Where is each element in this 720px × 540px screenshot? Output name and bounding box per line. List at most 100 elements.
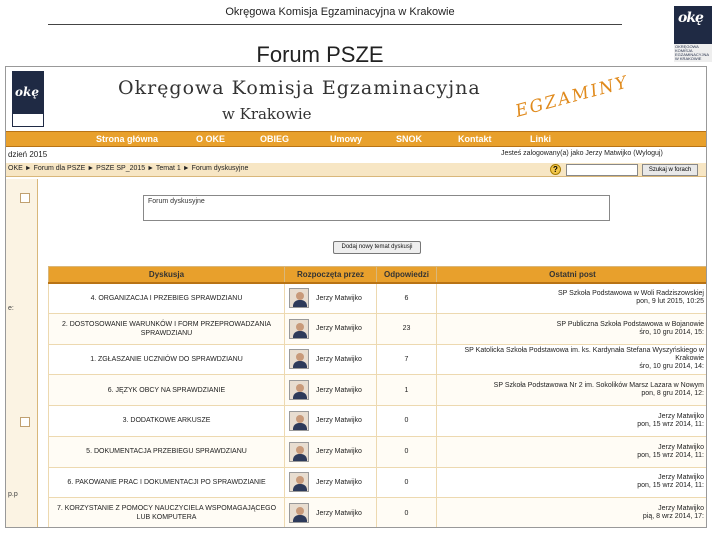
topic-title[interactable]: 5. DOKUMENTACJA PRZEBIEGU SPRAWDZIANU xyxy=(86,448,247,455)
last-post-author[interactable]: Jerzy Matwijko xyxy=(438,505,704,513)
nav-item-about[interactable]: O OKE xyxy=(196,134,225,144)
help-icon[interactable]: ? xyxy=(550,164,561,175)
column-header-replies[interactable]: Odpowiedzi xyxy=(376,266,437,284)
nav-item-umowy[interactable]: Umowy xyxy=(330,134,362,144)
last-post-date[interactable]: śro, 10 gru 2014, 15: xyxy=(438,329,704,337)
replies-count[interactable]: 0 xyxy=(376,497,437,527)
last-post-date[interactable]: pon, 8 gru 2014, 12: xyxy=(438,390,704,398)
author-name[interactable]: Jerzy Matwijko xyxy=(316,295,362,302)
topic-link[interactable]: 2. DOSTOSOWANIE WARUNKÓW I FORM PRZEPROW… xyxy=(48,312,285,345)
avatar-body xyxy=(293,361,307,369)
column-header-last-post[interactable]: Ostatni post xyxy=(436,266,706,284)
avatar[interactable] xyxy=(289,349,309,370)
replies-count[interactable]: 6 xyxy=(376,282,437,314)
avatar[interactable] xyxy=(289,380,309,401)
topic-link[interactable]: 6. PAKOWANIE PRAC I DOKUMENTACJI PO SPRA… xyxy=(48,466,285,499)
author-name[interactable]: Jerzy Matwijko xyxy=(316,479,362,486)
last-post-author[interactable]: SP Publiczna Szkoła Podstawowa w Bojanow… xyxy=(438,321,704,329)
author-name[interactable]: Jerzy Matwijko xyxy=(316,387,362,394)
avatar[interactable] xyxy=(289,441,309,462)
last-post-author[interactable]: SP Szkoła Podstawowa Nr 2 im. Sokolików … xyxy=(438,382,704,390)
last-post-cell: SP Publiczna Szkoła Podstawowa w Bojanow… xyxy=(436,312,706,345)
nav-item-obieg[interactable]: OBIEG xyxy=(260,134,289,144)
topic-link[interactable]: 1. ZGŁASZANIE UCZNIÓW DO SPRAWDZIANU xyxy=(48,343,285,376)
last-post-cell: SP Szkoła Podstawowa w Woli Radziszowski… xyxy=(436,282,706,314)
forum-search-button[interactable]: Szukaj w forach xyxy=(642,164,698,176)
nav-item-snok[interactable]: SNOK xyxy=(396,134,422,144)
nav-item-links[interactable]: Linki xyxy=(530,134,551,144)
block-collapse-icon[interactable] xyxy=(20,417,30,427)
topic-link[interactable]: 6. JĘZYK OBCY NA SPRAWDZIANIE xyxy=(48,374,285,406)
avatar-body xyxy=(293,515,307,523)
author-name[interactable]: Jerzy Matwijko xyxy=(316,325,362,332)
last-post-cell: SP Szkoła Podstawowa Nr 2 im. Sokolików … xyxy=(436,374,706,406)
replies-count[interactable]: 7 xyxy=(376,343,437,376)
last-post-cell: SP Katolicka Szkoła Podstawowa im. ks. K… xyxy=(436,343,706,376)
nav-item-home[interactable]: Strona główna xyxy=(96,134,158,144)
login-info[interactable]: Jesteś zalogowany(a) jako Jerzy Matwijko… xyxy=(501,150,663,157)
logo-text: OKRĘGOWA KOMISJA EGZAMINACYJNA W KRAKOWI… xyxy=(12,113,44,130)
replies-count[interactable]: 23 xyxy=(376,312,437,345)
last-post-date[interactable]: pon, 15 wrz 2014, 11: xyxy=(438,482,704,490)
last-post-date[interactable]: pią, 8 wrz 2014, 17: xyxy=(438,513,704,521)
last-post-author[interactable]: Jerzy Matwijko xyxy=(438,413,704,421)
topic-title[interactable]: 6. PAKOWANIE PRAC I DOKUMENTACJI PO SPRA… xyxy=(67,479,265,486)
forum-screenshot: okę OKRĘGOWA KOMISJA EGZAMINACYJNA W KRA… xyxy=(5,66,707,528)
table-row[interactable]: 6. JĘZYK OBCY NA SPRAWDZIANIE Jerzy Matwi… xyxy=(48,374,706,406)
avatar-head xyxy=(296,384,304,393)
last-post-date[interactable]: pon, 15 wrz 2014, 11: xyxy=(438,421,704,429)
topic-title[interactable]: 4. ORGANIZACJA I PRZEBIEG SPRAWDZIANU xyxy=(91,295,243,302)
avatar[interactable] xyxy=(289,410,309,431)
table-row[interactable]: 4. ORGANIZACJA I PRZEBIEG SPRAWDZIANU Jer… xyxy=(48,282,706,314)
slide-title: Forum PSZE xyxy=(256,42,384,67)
nav-item-contact[interactable]: Kontakt xyxy=(458,134,492,144)
table-row[interactable]: 2. DOSTOSOWANIE WARUNKÓW I FORM PRZEPROW… xyxy=(48,312,706,345)
oke-logo[interactable]: okę OKRĘGOWA KOMISJA EGZAMINACYJNA W KRA… xyxy=(12,71,44,130)
forum-search-input[interactable] xyxy=(566,164,638,176)
topic-title[interactable]: 1. ZGŁASZANIE UCZNIÓW DO SPRAWDZIANU xyxy=(90,356,243,363)
replies-count[interactable]: 0 xyxy=(376,405,437,437)
replies-count[interactable]: 1 xyxy=(376,374,437,406)
last-post-author[interactable]: Jerzy Matwijko xyxy=(438,444,704,452)
last-post-cell: Jerzy Matwijko pon, 15 wrz 2014, 11: xyxy=(436,405,706,437)
table-row[interactable]: 3. DODATKOWE ARKUSZE Jerzy Matwijko 0 Jerzy… xyxy=(48,405,706,437)
topic-title[interactable]: 3. DODATKOWE ARKUSZE xyxy=(123,417,211,424)
topic-link[interactable]: 4. ORGANIZACJA I PRZEBIEG SPRAWDZIANU xyxy=(48,282,285,314)
replies-count[interactable]: 0 xyxy=(376,435,437,468)
topic-title[interactable]: 7. KORZYSTANIE Z POMOCY NAUCZYCIELA WSPO… xyxy=(57,505,276,521)
author-name[interactable]: Jerzy Matwijko xyxy=(316,510,362,517)
breadcrumb[interactable]: OKE ► Forum dla PSZE ► PSZE SP_2015 ► Te… xyxy=(8,165,248,172)
column-header-discussion[interactable]: Dyskusja xyxy=(48,266,285,284)
last-post-author[interactable]: Jerzy Matwijko xyxy=(438,474,704,482)
avatar[interactable] xyxy=(289,318,309,339)
avatar-body xyxy=(293,330,307,338)
add-topic-button[interactable]: Dodaj nowy temat dyskusji xyxy=(333,241,421,254)
last-post-date[interactable]: śro, 10 gru 2014, 14: xyxy=(438,363,704,371)
author-name[interactable]: Jerzy Matwijko xyxy=(316,417,362,424)
avatar[interactable] xyxy=(289,503,309,524)
avatar[interactable] xyxy=(289,288,309,309)
topic-link[interactable]: 5. DOKUMENTACJA PRZEBIEGU SPRAWDZIANU xyxy=(48,435,285,468)
block-collapse-icon[interactable] xyxy=(20,193,30,203)
last-post-author[interactable]: SP Szkoła Podstawowa w Woli Radziszowski… xyxy=(438,290,704,298)
table-row[interactable]: 5. DOKUMENTACJA PRZEBIEGU SPRAWDZIANU Jer… xyxy=(48,435,706,468)
avatar[interactable] xyxy=(289,472,309,493)
last-post-date[interactable]: pon, 15 wrz 2014, 11: xyxy=(438,452,704,460)
table-row[interactable]: 1. ZGŁASZANIE UCZNIÓW DO SPRAWDZIANU Jerz… xyxy=(48,343,706,376)
column-header-started-by[interactable]: Rozpoczęta przez xyxy=(284,266,377,284)
topic-link[interactable]: 7. KORZYSTANIE Z POMOCY NAUCZYCIELA WSPO… xyxy=(48,497,285,527)
topic-title[interactable]: 2. DOSTOSOWANIE WARUNKÓW I FORM PRZEPROW… xyxy=(62,321,271,337)
author-name[interactable]: Jerzy Matwijko xyxy=(316,448,362,455)
topic-link[interactable]: 3. DODATKOWE ARKUSZE xyxy=(48,405,285,437)
topic-title[interactable]: 6. JĘZYK OBCY NA SPRAWDZIANIE xyxy=(108,387,225,394)
avatar-head xyxy=(296,476,304,485)
author-cell: Jerzy Matwijko xyxy=(284,343,377,376)
table-row[interactable]: 7. KORZYSTANIE Z POMOCY NAUCZYCIELA WSPO… xyxy=(48,497,706,527)
author-name[interactable]: Jerzy Matwijko xyxy=(316,356,362,363)
last-post-date[interactable]: pon, 9 lut 2015, 10:25 xyxy=(438,298,704,306)
table-row[interactable]: 6. PAKOWANIE PRAC I DOKUMENTACJI PO SPRA… xyxy=(48,466,706,499)
last-post-author[interactable]: SP Katolicka Szkoła Podstawowa im. ks. K… xyxy=(438,347,704,363)
site-title: Okręgowa Komisja Egzaminacyjna xyxy=(118,77,481,99)
replies-count[interactable]: 0 xyxy=(376,466,437,499)
author-cell: Jerzy Matwijko xyxy=(284,374,377,406)
